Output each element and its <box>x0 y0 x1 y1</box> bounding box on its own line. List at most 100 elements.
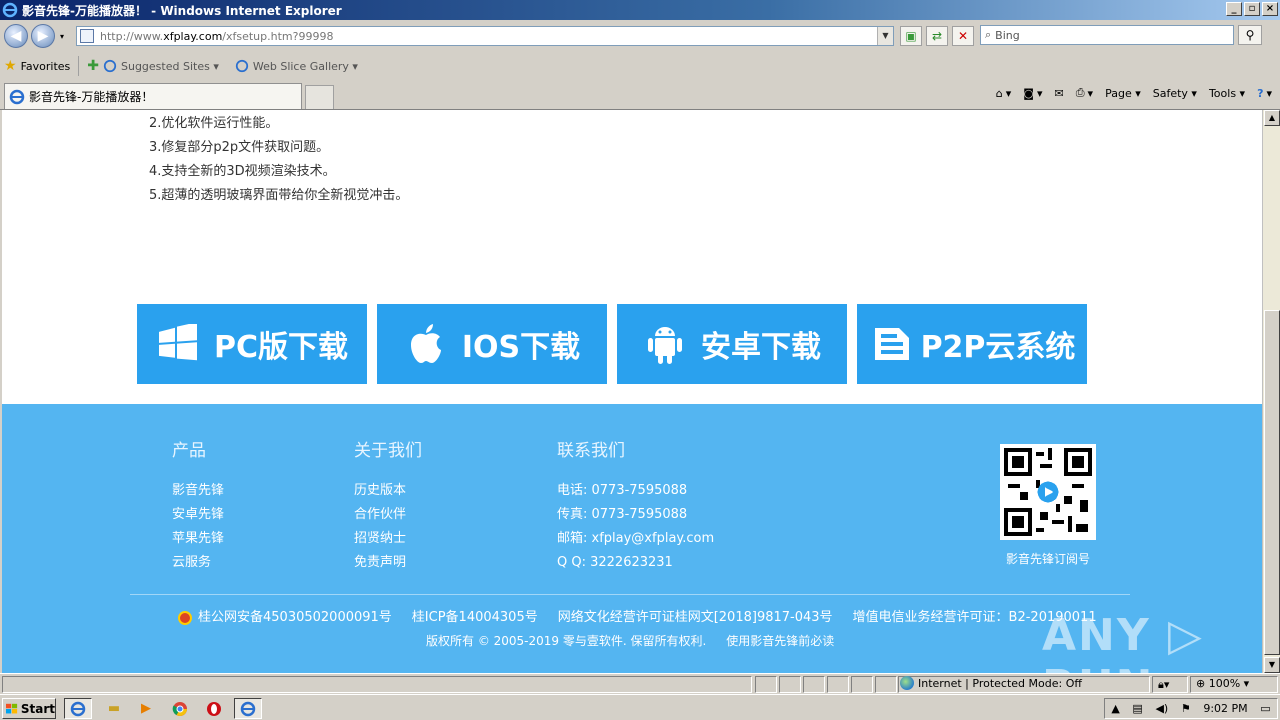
refresh-icon: ⇄ <box>931 29 943 43</box>
close-window-button[interactable]: × <box>1262 2 1278 16</box>
web-slice-gallery-label: Web Slice Gallery ▾ <box>252 59 358 73</box>
favorites-button[interactable]: ★ Favorites <box>4 58 70 74</box>
lock-icon: 🔒︎▾ <box>1158 678 1170 691</box>
scrollbar-thumb[interactable] <box>1264 310 1280 655</box>
show-desktop-icon[interactable]: ▭ <box>1260 702 1270 715</box>
p2p-cloud-button[interactable]: P2P云系统 <box>857 304 1087 384</box>
contact-qq: Q Q: 3222623231 <box>557 555 673 570</box>
footer-link[interactable]: 苹果先锋 <box>172 527 224 551</box>
favorites-label: Favorites <box>20 59 71 73</box>
contact-phone: 电话: 0773-7595088 <box>557 483 688 498</box>
windows-flag-icon <box>6 703 18 713</box>
forward-button[interactable]: ▶ <box>31 24 55 48</box>
refresh-button[interactable]: ⇄ <box>926 26 948 46</box>
tab-xfplay[interactable]: 影音先锋-万能播放器！ <box>4 83 302 109</box>
read-mail-button[interactable]: ✉ <box>1055 87 1064 100</box>
taskbar-opera-button[interactable] <box>200 698 228 719</box>
action-center-flag-icon[interactable]: ⚑ <box>1181 702 1191 715</box>
taskbar-chrome-button[interactable] <box>166 698 194 719</box>
footer-column-title: 产品 <box>172 441 206 461</box>
command-bar: ⌂ ▾ ◙ ▾ ✉ ⎙ ▾ Page ▾ Safety ▾ Tools ▾ ? ▾ <box>996 86 1272 100</box>
taskbar-media-player-button[interactable]: ▶ <box>132 698 160 719</box>
zoom-level[interactable]: ⊕ 100% ▾ <box>1196 677 1249 690</box>
status-bar: Internet | Protected Mode: Off 🔒︎▾ ⊕ 100… <box>0 673 1280 694</box>
pc-download-label: PC版下载 <box>213 330 348 365</box>
suggested-sites-link[interactable]: Suggested Sites ▾ <box>103 59 219 73</box>
scroll-up-icon[interactable]: ▲ <box>1264 110 1280 126</box>
web-slice-gallery-link[interactable]: Web Slice Gallery ▾ <box>235 59 358 73</box>
start-label: Start <box>20 701 55 716</box>
qr-code-image <box>1000 444 1096 540</box>
new-tab-button[interactable] <box>305 85 334 109</box>
security-zone[interactable]: Internet | Protected Mode: Off <box>900 676 1082 690</box>
footer-link[interactable]: 云服务 <box>172 551 224 575</box>
tools-menu[interactable]: Tools ▾ <box>1209 87 1245 100</box>
scroll-down-icon[interactable]: ▼ <box>1264 657 1280 673</box>
footer-link[interactable]: 招贤纳士 <box>354 527 422 551</box>
back-arrow-icon: ◀ <box>10 28 22 44</box>
zoom-icon: ⊕ <box>1196 677 1206 690</box>
status-segment <box>851 676 873 693</box>
ie-page-icon <box>103 59 117 73</box>
taskbar: Start ▬ ▶ ▲ ▤ ◀) ⚑ 9:02 PM ▭ <box>0 694 1280 720</box>
legal-line-1: 桂公网安备45030502000091号 桂ICP备14004305号 网络文化… <box>178 606 1097 625</box>
page-menu[interactable]: Page ▾ <box>1105 87 1141 100</box>
chrome-icon <box>172 701 187 716</box>
footer-link[interactable]: 影音先锋 <box>172 479 224 503</box>
footer-link[interactable]: 安卓先锋 <box>172 503 224 527</box>
minimize-button[interactable]: _ <box>1226 2 1242 16</box>
taskbar-ie-window-button[interactable] <box>234 698 262 719</box>
status-segment <box>803 676 825 693</box>
address-dropdown-icon[interactable]: ▼ <box>877 27 893 45</box>
print-button[interactable]: ⎙ ▾ <box>1076 86 1093 100</box>
volume-icon[interactable]: ◀) <box>1155 702 1168 715</box>
add-to-favorites-icon[interactable]: ✚ <box>87 58 99 74</box>
history-dropdown-icon[interactable]: ▾ <box>60 32 64 41</box>
compatibility-view-button[interactable]: ▣ <box>900 26 922 46</box>
ios-download-label: IOS下载 <box>461 330 581 365</box>
network-icon[interactable]: ▤ <box>1132 702 1142 715</box>
suggested-sites-label: Suggested Sites ▾ <box>121 59 219 73</box>
release-note-item: 3.修复部分p2p文件获取问题。 <box>149 140 330 155</box>
stop-button[interactable]: ✕ <box>952 26 974 46</box>
opera-icon <box>207 701 221 716</box>
pc-download-button[interactable]: PC版下载 <box>137 304 367 384</box>
release-note-item: 2.优化软件运行性能。 <box>149 116 279 131</box>
address-bar[interactable]: http://www. xfplay.com/xfsetup.htm?99998 … <box>76 26 894 46</box>
icp-record-link[interactable]: 桂ICP备14004305号 <box>412 606 538 625</box>
android-download-button[interactable]: 安卓下载 <box>617 304 847 384</box>
start-button[interactable]: Start <box>2 698 56 719</box>
public-security-record[interactable]: 桂公网安备45030502000091号 <box>178 606 392 625</box>
footer-link[interactable]: 免责声明 <box>354 551 422 575</box>
search-box[interactable]: ⌕ Bing <box>980 25 1234 45</box>
culture-license-link[interactable]: 网络文化经营许可证桂网文[2018]9817-043号 <box>558 606 833 625</box>
tray-expand-icon[interactable]: ▲ <box>1111 702 1119 715</box>
ie-logo-icon <box>2 2 18 18</box>
back-button[interactable]: ◀ <box>4 24 28 48</box>
footer-divider <box>130 594 1130 595</box>
p2p-cloud-label: P2P云系统 <box>920 330 1076 365</box>
status-text-area <box>2 676 752 693</box>
feeds-button[interactable]: ◙ ▾ <box>1023 87 1042 100</box>
search-button[interactable]: ⚲ <box>1238 25 1262 45</box>
taskbar-explorer-button[interactable]: ▬ <box>100 698 128 719</box>
taskbar-ie-button[interactable] <box>64 698 92 719</box>
search-placeholder: Bing <box>995 28 1020 42</box>
maximize-button[interactable]: ▫ <box>1244 2 1260 16</box>
ie-logo-icon <box>9 89 25 104</box>
help-button[interactable]: ? ▾ <box>1257 87 1272 100</box>
footer-link[interactable]: 合作伙伴 <box>354 503 422 527</box>
safety-menu[interactable]: Safety ▾ <box>1153 87 1197 100</box>
terms-link[interactable]: 使用影音先锋前必读 <box>726 632 834 649</box>
search-provider-icon: ⌕ <box>985 28 992 41</box>
ios-download-button[interactable]: IOS下载 <box>377 304 607 384</box>
footer-link[interactable]: 历史版本 <box>354 479 422 503</box>
clock[interactable]: 9:02 PM <box>1203 702 1247 715</box>
folder-icon: ▬ <box>107 701 121 716</box>
copyright-text: 版权所有 © 2005-2019 零与壹软件. 保留所有权利. <box>426 634 707 648</box>
favorites-star-icon: ★ <box>4 58 17 74</box>
vertical-scrollbar[interactable]: ▲ ▼ <box>1262 110 1280 673</box>
home-button[interactable]: ⌂ ▾ <box>996 87 1012 100</box>
address-toolbar: ◀ ▶ ▾ http://www. xfplay.com/xfsetup.htm?… <box>0 20 1280 52</box>
window-title: 影音先锋-万能播放器！ - Windows Internet Explorer <box>22 3 342 18</box>
